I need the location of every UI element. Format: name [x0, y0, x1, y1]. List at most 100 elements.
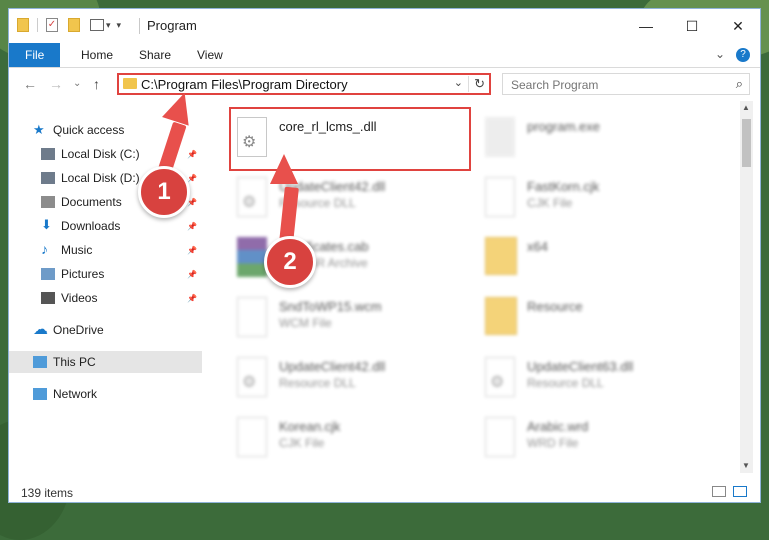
details-view-icon[interactable] — [712, 486, 726, 497]
file-icon — [237, 297, 267, 337]
dll-file-icon — [237, 177, 267, 217]
customize-toolbar-icon[interactable]: ▾ — [117, 20, 122, 31]
status-bar: 139 items — [9, 482, 760, 502]
view-options-icon[interactable] — [90, 19, 104, 31]
file-type: CJK File — [279, 436, 325, 450]
file-type: Resource DLL — [279, 376, 356, 390]
pin-icon: 📌 — [187, 269, 197, 279]
refresh-button[interactable]: ↻ — [468, 76, 485, 92]
scroll-up-icon[interactable]: ▲ — [742, 103, 750, 112]
sidebar-item-label: Music — [61, 243, 93, 257]
scroll-thumb[interactable] — [742, 119, 751, 167]
close-button[interactable]: ✕ — [715, 9, 760, 43]
computer-icon — [33, 356, 47, 368]
search-icon[interactable]: ⌕ — [736, 76, 743, 92]
archive-icon — [237, 237, 267, 277]
quick-access-toolbar: ✓ ▾ ▾ — [17, 18, 121, 32]
highlight-box — [229, 107, 471, 171]
drive-icon — [41, 148, 55, 160]
forward-button[interactable]: → — [49, 76, 63, 92]
tab-home[interactable]: Home — [69, 43, 125, 67]
file-item[interactable]: UpdateClient42.dllResource DLL — [231, 171, 461, 227]
title-bar: ✓ ▾ ▾ Program — ☐ ✕ — [9, 9, 760, 43]
step-2-badge: 2 — [264, 236, 316, 288]
sidebar-item-label: OneDrive — [53, 323, 104, 337]
file-name: Arabic.wrd — [527, 419, 589, 434]
file-item[interactable]: SndToWP15.wcm WCM File — [231, 291, 461, 347]
dll-file-icon — [485, 357, 515, 397]
search-box[interactable]: ⌕ — [502, 73, 750, 95]
file-item[interactable]: UpdateClient42.dll Resource DLL — [231, 351, 461, 407]
pin-icon: 📌 — [187, 173, 197, 183]
sidebar-item-videos[interactable]: Videos 📌 — [9, 287, 202, 309]
file-type: Resource DLL — [527, 376, 604, 390]
videos-icon — [41, 292, 55, 304]
vertical-scrollbar[interactable]: ▲ ▼ — [740, 101, 753, 473]
file-item[interactable]: UpdateClient63.dll Resource DLL — [479, 351, 709, 407]
recent-locations-button[interactable]: ⌄ — [73, 78, 81, 89]
sidebar-item-label: Pictures — [61, 267, 105, 281]
sidebar-item-onedrive[interactable]: ☁ OneDrive — [9, 319, 202, 341]
file-type: CJK File — [527, 196, 573, 210]
sidebar-item-label: Documents — [61, 195, 122, 209]
file-explorer-window: ✓ ▾ ▾ Program — ☐ ✕ File Home Share View… — [8, 8, 761, 503]
file-type: WRD File — [527, 436, 579, 450]
downloads-icon: ⬇ — [41, 217, 52, 232]
sidebar-item-this-pc[interactable]: This PC — [9, 351, 202, 373]
sidebar-item-network[interactable]: Network — [9, 383, 202, 405]
file-name: Resource — [527, 299, 583, 314]
file-name: SndToWP15.wcm — [279, 299, 382, 314]
file-item[interactable]: FastKorn.cjk CJK File — [479, 171, 709, 227]
file-icon — [237, 417, 267, 457]
file-item[interactable]: program.exe — [479, 111, 709, 167]
file-name: x64 — [527, 239, 548, 254]
file-name: FastKorn.cjk — [527, 179, 600, 194]
file-item[interactable]: Resource — [479, 291, 709, 347]
file-name: UpdateClient63.dll — [527, 359, 634, 374]
drive-icon — [41, 172, 55, 184]
cloud-icon: ☁ — [33, 321, 48, 338]
file-item[interactable]: Korean.cjk CJK File — [231, 411, 461, 467]
file-item[interactable]: x64 — [479, 231, 709, 287]
star-icon: ★ — [33, 122, 45, 137]
folder-icon — [485, 297, 517, 335]
help-button[interactable]: ? — [736, 48, 750, 62]
search-input[interactable] — [509, 75, 713, 95]
file-icon — [485, 417, 515, 457]
maximize-button[interactable]: ☐ — [669, 9, 715, 43]
file-name: Korean.cjk — [279, 419, 341, 434]
folder-icon — [17, 18, 29, 32]
sidebar-item-music[interactable]: ♪ Music 📌 — [9, 239, 202, 261]
tab-view[interactable]: View — [185, 43, 235, 67]
tab-share[interactable]: Share — [127, 43, 183, 67]
sidebar-item-label: Videos — [61, 291, 98, 305]
large-icons-view-icon[interactable] — [733, 486, 747, 497]
minimize-button[interactable]: — — [623, 9, 669, 43]
file-name: program.exe — [527, 119, 600, 134]
file-type: WCM File — [279, 316, 332, 330]
properties-icon[interactable]: ✓ — [46, 18, 58, 32]
pin-icon: 📌 — [187, 245, 197, 255]
divider — [37, 18, 38, 32]
new-folder-icon[interactable] — [68, 18, 80, 32]
pictures-icon — [41, 268, 55, 280]
file-item[interactable]: Arabic.wrd WRD File — [479, 411, 709, 467]
folder-icon — [123, 78, 137, 89]
tab-file[interactable]: File — [9, 43, 61, 67]
navigation-bar: ← → ⌄ ↑ C:\Program Files\Program Directo… — [9, 69, 760, 99]
sidebar-item-label: This PC — [53, 355, 96, 369]
sidebar-item-downloads[interactable]: ⬇ Downloads 📌 — [9, 215, 202, 237]
sidebar-item-label: Local Disk (D:) — [61, 171, 140, 185]
annotation-arrowhead-2 — [270, 154, 298, 184]
chevron-down-icon[interactable]: ⌄ — [454, 76, 463, 89]
step-1-badge: 1 — [138, 166, 190, 218]
chevron-down-icon[interactable]: ▾ — [106, 20, 111, 31]
scroll-down-icon[interactable]: ▼ — [742, 461, 750, 470]
back-button[interactable]: ← — [23, 76, 37, 92]
file-name: UpdateClient42.dll — [279, 359, 386, 374]
expand-ribbon-icon[interactable]: ⌄ — [715, 47, 725, 61]
up-button[interactable]: ↑ — [93, 76, 100, 92]
dll-file-icon — [237, 357, 267, 397]
window-title: Program — [147, 18, 197, 33]
sidebar-item-pictures[interactable]: Pictures 📌 — [9, 263, 202, 285]
